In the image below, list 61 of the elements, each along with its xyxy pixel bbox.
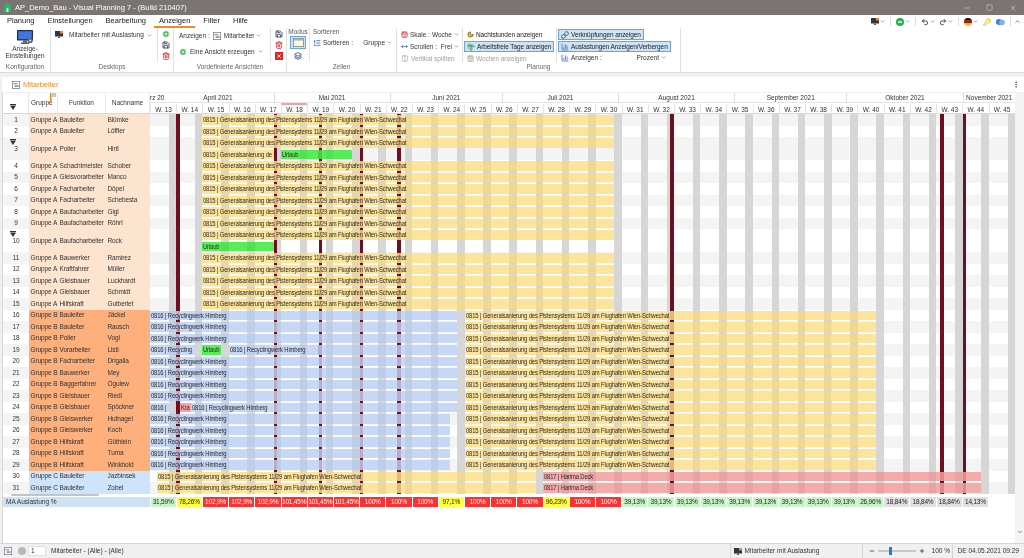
dropdown-button[interactable]: [869, 16, 887, 27]
trash-icon[interactable]: [274, 41, 283, 49]
vertical-scrollbar[interactable]: [1015, 93, 1024, 543]
zoom-in-icon[interactable]: [918, 548, 925, 554]
triangle-icon[interactable]: [10, 104, 16, 110]
redo-button[interactable]: [937, 16, 955, 27]
trash-icon[interactable]: [161, 52, 170, 60]
flag-icon: [964, 17, 972, 26]
caret-icon: [661, 55, 666, 61]
link-icon: [561, 30, 569, 39]
monitor-icon: [871, 18, 879, 25]
chart-icon: [561, 53, 569, 62]
gantt-icon: [4, 547, 12, 555]
circles-icon[interactable]: [996, 17, 1005, 26]
triangle-icon[interactable]: [10, 231, 16, 237]
scroll-down-icon[interactable]: [1016, 529, 1023, 535]
caret-icon: [387, 40, 392, 46]
palm-tree-icon: [467, 42, 475, 51]
app-icon: [4, 3, 11, 12]
caret-icon: [973, 19, 978, 24]
undo-icon: [921, 17, 929, 26]
table-icon: [292, 38, 304, 47]
maximize-icon: [986, 4, 993, 11]
monitor-icon: [55, 31, 63, 38]
triangle-icon[interactable]: [10, 139, 16, 145]
avatar-icon: [18, 547, 26, 555]
caret-icon: [948, 19, 953, 24]
language-button[interactable]: [962, 16, 980, 27]
caret-icon: [880, 19, 885, 24]
caret-icon: [146, 32, 152, 38]
scrollbar-thumb[interactable]: [11, 494, 99, 496]
layers-icon: [294, 52, 302, 60]
chevron-up-icon[interactable]: [1014, 18, 1021, 25]
undo-button[interactable]: [919, 16, 937, 27]
monitor-icon: [733, 547, 742, 555]
calendar-icon: [401, 31, 408, 39]
moon-icon: [467, 31, 474, 38]
caret-icon: [257, 49, 263, 55]
redo-icon: [939, 17, 947, 26]
mode-button[interactable]: [290, 36, 306, 49]
calendar-icon: [467, 55, 474, 62]
chart-icon: [561, 42, 569, 51]
gantt-icon: [212, 31, 221, 40]
save-icon[interactable]: [161, 41, 170, 49]
zoom-slider[interactable]: [877, 547, 916, 555]
mode-button[interactable]: [291, 51, 305, 61]
columns-icon: [401, 54, 409, 62]
sort-list-icon: [313, 38, 321, 47]
cross-icon[interactable]: [274, 52, 283, 60]
arrows-icon: [401, 43, 408, 51]
column-marker-icon: [50, 93, 56, 103]
caret-icon: [256, 33, 262, 39]
save-icon[interactable]: [274, 30, 283, 38]
caret-icon: [905, 19, 910, 24]
caret-icon: [930, 19, 935, 24]
close-icon: [1008, 3, 1017, 12]
gantt-icon: [12, 80, 20, 89]
slider-thumb[interactable]: [888, 547, 892, 555]
plus-icon: [179, 47, 187, 56]
zoom-out-icon[interactable]: [868, 548, 875, 554]
menu-icon[interactable]: [1012, 80, 1020, 89]
